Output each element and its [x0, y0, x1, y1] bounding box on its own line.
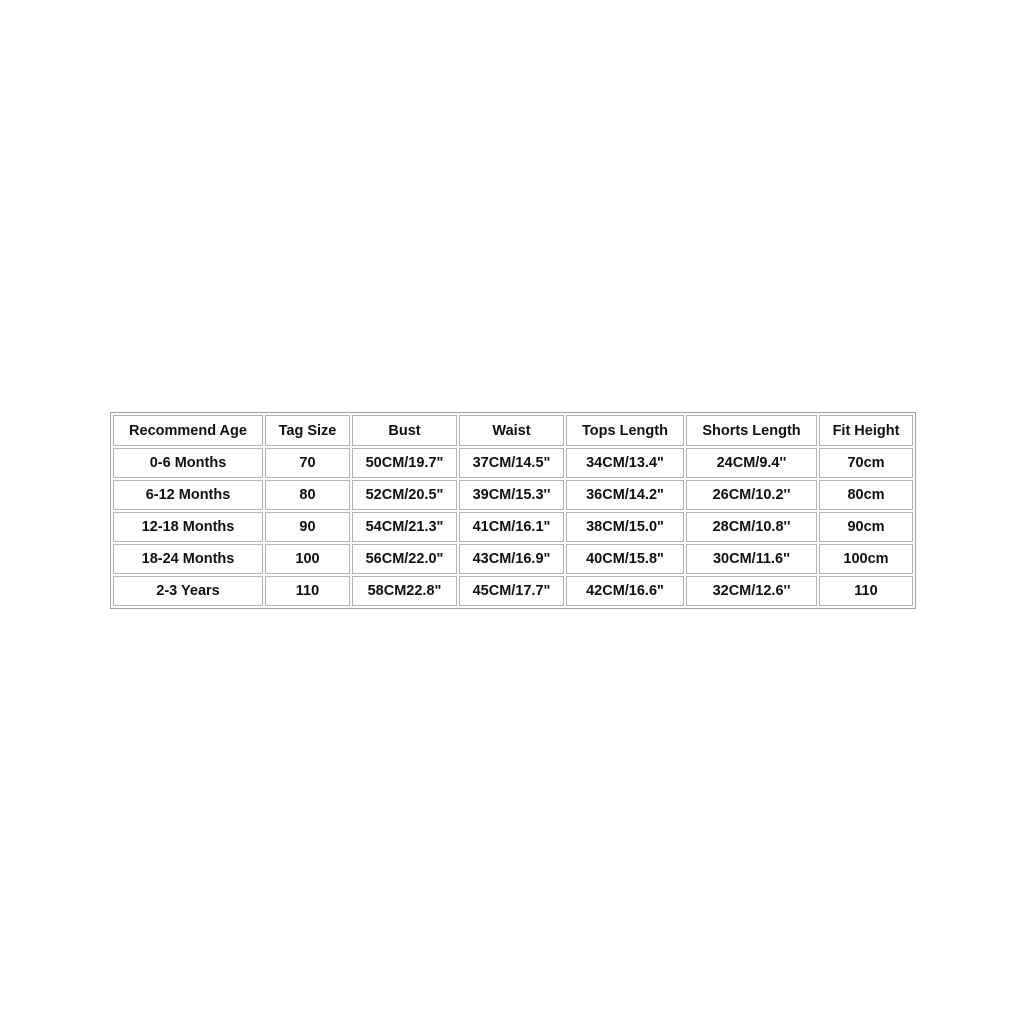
cell-recommend-age: 2-3 Years: [113, 576, 263, 606]
header-shorts-length: Shorts Length: [686, 415, 817, 446]
cell-tag-size: 110: [265, 576, 350, 606]
cell-tops-length: 40CM/15.8": [566, 544, 684, 574]
header-waist: Waist: [459, 415, 564, 446]
cell-tag-size: 80: [265, 480, 350, 510]
cell-fit-height: 70cm: [819, 448, 913, 478]
cell-tops-length: 34CM/13.4": [566, 448, 684, 478]
cell-shorts-length: 32CM/12.6'': [686, 576, 817, 606]
header-bust: Bust: [352, 415, 457, 446]
header-tops-length: Tops Length: [566, 415, 684, 446]
header-recommend-age: Recommend Age: [113, 415, 263, 446]
cell-waist: 43CM/16.9": [459, 544, 564, 574]
cell-tops-length: 36CM/14.2": [566, 480, 684, 510]
table-row: 12-18 Months 90 54CM/21.3" 41CM/16.1" 38…: [113, 512, 913, 542]
cell-fit-height: 80cm: [819, 480, 913, 510]
cell-bust: 56CM/22.0": [352, 544, 457, 574]
cell-fit-height: 110: [819, 576, 913, 606]
header-fit-height: Fit Height: [819, 415, 913, 446]
cell-fit-height: 90cm: [819, 512, 913, 542]
cell-fit-height: 100cm: [819, 544, 913, 574]
cell-recommend-age: 0-6 Months: [113, 448, 263, 478]
cell-bust: 52CM/20.5": [352, 480, 457, 510]
cell-tops-length: 42CM/16.6": [566, 576, 684, 606]
table-row: 2-3 Years 110 58CM22.8" 45CM/17.7" 42CM/…: [113, 576, 913, 606]
cell-shorts-length: 28CM/10.8'': [686, 512, 817, 542]
cell-shorts-length: 26CM/10.2'': [686, 480, 817, 510]
cell-bust: 58CM22.8": [352, 576, 457, 606]
cell-shorts-length: 30CM/11.6'': [686, 544, 817, 574]
cell-waist: 37CM/14.5": [459, 448, 564, 478]
header-tag-size: Tag Size: [265, 415, 350, 446]
cell-recommend-age: 18-24 Months: [113, 544, 263, 574]
cell-waist: 45CM/17.7": [459, 576, 564, 606]
cell-tops-length: 38CM/15.0": [566, 512, 684, 542]
cell-recommend-age: 6-12 Months: [113, 480, 263, 510]
cell-bust: 54CM/21.3": [352, 512, 457, 542]
table-row: 18-24 Months 100 56CM/22.0" 43CM/16.9" 4…: [113, 544, 913, 574]
cell-bust: 50CM/19.7": [352, 448, 457, 478]
cell-tag-size: 90: [265, 512, 350, 542]
size-chart-table: Recommend Age Tag Size Bust Waist Tops L…: [110, 412, 916, 609]
cell-tag-size: 70: [265, 448, 350, 478]
cell-shorts-length: 24CM/9.4'': [686, 448, 817, 478]
cell-waist: 41CM/16.1": [459, 512, 564, 542]
header-row: Recommend Age Tag Size Bust Waist Tops L…: [113, 415, 913, 446]
cell-tag-size: 100: [265, 544, 350, 574]
table-row: 0-6 Months 70 50CM/19.7" 37CM/14.5" 34CM…: [113, 448, 913, 478]
cell-recommend-age: 12-18 Months: [113, 512, 263, 542]
table-row: 6-12 Months 80 52CM/20.5" 39CM/15.3'' 36…: [113, 480, 913, 510]
cell-waist: 39CM/15.3'': [459, 480, 564, 510]
